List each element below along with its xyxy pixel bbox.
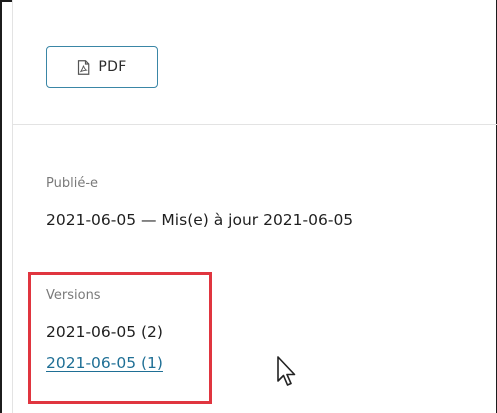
- published-label: Publié-e: [46, 176, 99, 191]
- pdf-button-label: PDF: [98, 59, 127, 75]
- pdf-document-icon: [77, 59, 90, 75]
- published-date-value: 2021-06-05 — Mis(e) à jour 2021-06-05: [46, 211, 354, 229]
- version-item-current: 2021-06-05 (2): [46, 323, 163, 341]
- arrow-cursor-icon: [276, 356, 298, 388]
- section-divider: [12, 124, 497, 125]
- version-item-link[interactable]: 2021-06-05 (1): [46, 354, 163, 372]
- pdf-download-button[interactable]: PDF: [46, 46, 158, 88]
- versions-label: Versions: [46, 288, 101, 303]
